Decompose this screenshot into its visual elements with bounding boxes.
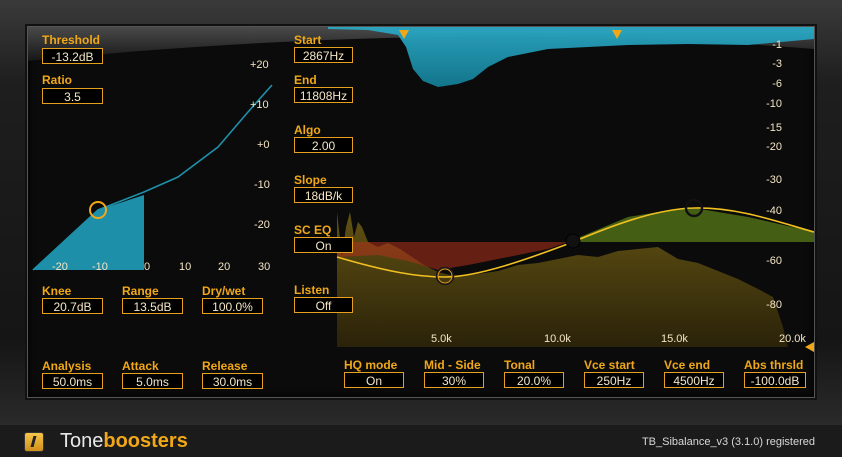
sceq-toggle[interactable]: On <box>294 237 353 253</box>
db-label: -30 <box>766 174 782 186</box>
freq-label: 15.0k <box>661 333 688 345</box>
analysis-label: Analysis <box>42 359 92 373</box>
db-label: -10 <box>766 98 782 110</box>
start-field[interactable]: 2867Hz <box>294 47 353 63</box>
end-label: End <box>294 73 317 87</box>
listen-toggle[interactable]: Off <box>294 297 353 313</box>
x-tick: 20 <box>218 261 231 273</box>
end-field[interactable]: 11808Hz <box>294 87 353 103</box>
tonal-label: Tonal <box>504 358 536 372</box>
midside-field[interactable]: 30% <box>424 372 484 388</box>
vceend-field[interactable]: 4500Hz <box>664 372 724 388</box>
vcestart-field[interactable]: 250Hz <box>584 372 644 388</box>
vcestart-label: Vce start <box>584 358 635 372</box>
db-label: -1 <box>772 39 782 51</box>
brand-name-light: Tone <box>60 430 104 452</box>
algo-field[interactable]: 2.00 <box>294 137 353 153</box>
gain-reduction-history <box>28 27 814 352</box>
slope-label: Slope <box>294 173 327 187</box>
db-label: -60 <box>766 255 782 267</box>
range-label: Range <box>122 284 159 298</box>
y-tick: +20 <box>250 59 269 71</box>
start-label: Start <box>294 33 322 47</box>
db-label: -15 <box>766 122 782 134</box>
brand-name: Toneboosters <box>60 429 188 453</box>
version-status: TB_Sibalance_v3 (3.1.0) registered <box>641 436 815 448</box>
attack-field[interactable]: 5.0ms <box>122 373 183 389</box>
threshold-field[interactable]: -13.2dB <box>42 48 103 64</box>
brand-name-bold: boosters <box>103 430 188 452</box>
sceq-label: SC EQ <box>294 223 332 237</box>
release-label: Release <box>202 359 248 373</box>
y-tick: -10 <box>254 179 270 191</box>
right-edge-marker-icon <box>805 342 814 352</box>
y-tick: +0 <box>257 139 270 151</box>
vceend-label: Vce end <box>664 358 711 372</box>
transfer-graph <box>32 84 273 271</box>
db-label: -80 <box>766 299 782 311</box>
absthrsld-label: Abs thrsld <box>744 358 804 372</box>
drywet-field[interactable]: 100.0% <box>202 298 263 314</box>
listen-label: Listen <box>294 283 330 297</box>
range-field[interactable]: 13.5dB <box>122 298 183 314</box>
footer-bar: Toneboosters TB_Sibalance_v3 (3.1.0) reg… <box>0 424 842 457</box>
db-label: -40 <box>766 205 782 217</box>
knee-label: Knee <box>42 284 72 298</box>
absthrsld-field[interactable]: -100.0dB <box>744 372 806 388</box>
freq-label: 10.0k <box>544 333 571 345</box>
hqmode-toggle[interactable]: On <box>344 372 404 388</box>
freq-label: 20.0k <box>779 333 806 345</box>
drywet-label: Dry/wet <box>202 284 246 298</box>
y-tick: -20 <box>254 219 270 231</box>
y-tick: +10 <box>250 99 269 111</box>
x-tick: 0 <box>144 261 151 273</box>
x-tick: 10 <box>179 261 192 273</box>
knee-field[interactable]: 20.7dB <box>42 298 103 314</box>
threshold-label: Threshold <box>42 33 101 47</box>
algo-label: Algo <box>294 123 321 137</box>
tonal-field[interactable]: 20.0% <box>504 372 564 388</box>
ratio-field[interactable]: 3.5 <box>42 88 103 104</box>
spectrum-display <box>336 198 814 352</box>
analysis-field[interactable]: 50.0ms <box>42 373 103 389</box>
db-label: -6 <box>772 78 782 90</box>
x-tick: -10 <box>92 261 108 273</box>
freq-label: 5.0k <box>431 333 452 345</box>
x-tick: -20 <box>52 261 68 273</box>
eq-handle-mid[interactable] <box>565 233 581 249</box>
db-label: -20 <box>766 141 782 153</box>
release-field[interactable]: 30.0ms <box>202 373 263 389</box>
x-tick: 30 <box>258 261 271 273</box>
toneboosters-logo-icon[interactable] <box>24 432 44 452</box>
hqmode-label: HQ mode <box>344 358 398 372</box>
ratio-label: Ratio <box>42 73 72 87</box>
plugin-panel: Threshold -13.2dB Ratio 3.5 +20 +10 +0 -… <box>27 26 815 398</box>
db-label: -3 <box>772 58 782 70</box>
attack-label: Attack <box>122 359 159 373</box>
midside-label: Mid - Side <box>424 358 481 372</box>
slope-field[interactable]: 18dB/k <box>294 187 353 203</box>
